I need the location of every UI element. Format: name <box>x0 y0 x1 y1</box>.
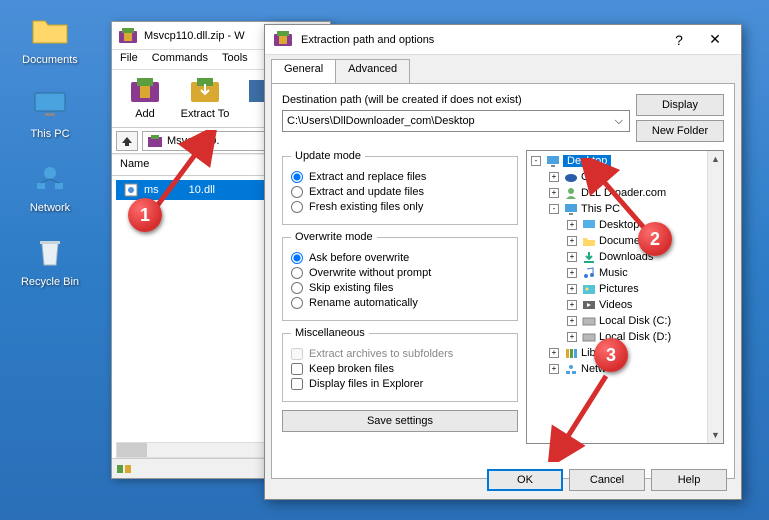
radio-extract-update[interactable]: Extract and update files <box>291 186 509 198</box>
annotation-marker-1: 1 <box>128 198 162 232</box>
ok-button[interactable]: OK <box>487 469 563 491</box>
save-settings-button[interactable]: Save settings <box>282 410 518 432</box>
close-button[interactable]: ✕ <box>697 28 733 52</box>
cancel-button[interactable]: Cancel <box>569 469 645 491</box>
destination-path-input[interactable]: C:\Users\DllDownloader_com\Desktop <box>282 110 630 132</box>
tab-general[interactable]: General <box>271 59 336 83</box>
check-display-explorer[interactable]: Display files in Explorer <box>291 378 509 390</box>
annotation-marker-3: 3 <box>594 338 628 372</box>
destination-label: Destination path (will be created if doe… <box>282 94 630 106</box>
tree-item[interactable]: +Videos <box>527 297 723 313</box>
tree-item[interactable]: +Local Disk (D:) <box>527 329 723 345</box>
newfolder-button[interactable]: New Folder <box>636 120 724 142</box>
radio-fresh-only[interactable]: Fresh existing files only <box>291 201 509 213</box>
tab-panel-general: Destination path (will be created if doe… <box>271 83 735 479</box>
toolbar-extractto-button[interactable]: Extract To <box>180 74 230 123</box>
menu-commands[interactable]: Commands <box>152 52 208 67</box>
annotation-arrow-3 <box>544 370 624 462</box>
tree-item[interactable]: +Music <box>527 265 723 281</box>
network-icon <box>30 158 70 198</box>
winrar-icon <box>118 27 138 45</box>
up-button[interactable] <box>116 131 138 151</box>
radio-skip-existing[interactable]: Skip existing files <box>291 282 509 294</box>
help-button[interactable]: Help <box>651 469 727 491</box>
menu-tools[interactable]: Tools <box>222 52 248 67</box>
desktop-icons: Documents This PC Network Recycle Bin <box>10 10 90 306</box>
extractto-icon <box>187 74 223 106</box>
dialog-tabs: General Advanced <box>265 59 741 83</box>
misc-group: Miscellaneous Extract archives to subfol… <box>282 327 518 402</box>
winrar-title: Msvcp110.dll.zip - W <box>144 30 245 42</box>
dll-file-icon <box>124 183 140 197</box>
status-icon <box>116 463 132 475</box>
dialog-title: Extraction path and options <box>301 34 434 46</box>
dialog-buttons: OK Cancel Help <box>487 469 727 491</box>
add-archive-icon <box>127 74 163 106</box>
toolbar-add-button[interactable]: Add <box>120 74 170 123</box>
winrar-icon <box>273 30 295 50</box>
check-keep-broken[interactable]: Keep broken files <box>291 363 509 375</box>
desktop-icon-network[interactable]: Network <box>10 158 90 214</box>
tree-item[interactable]: +Pictures <box>527 281 723 297</box>
menu-file[interactable]: File <box>120 52 138 67</box>
tree-item[interactable]: +Local Disk (C:) <box>527 313 723 329</box>
recyclebin-icon <box>30 232 70 272</box>
desktop-icon-documents[interactable]: Documents <box>10 10 90 66</box>
tab-advanced[interactable]: Advanced <box>335 59 410 83</box>
extraction-dialog: Extraction path and options ? ✕ General … <box>264 24 742 500</box>
radio-ask-overwrite[interactable]: Ask before overwrite <box>291 252 509 264</box>
desktop-icon-thispc[interactable]: This PC <box>10 84 90 140</box>
tree-item[interactable]: +Downloads <box>527 249 723 265</box>
check-subfolders[interactable]: Extract archives to subfolders <box>291 348 509 360</box>
folder-icon <box>30 10 70 50</box>
computer-icon <box>30 84 70 124</box>
desktop-icon-recyclebin[interactable]: Recycle Bin <box>10 232 90 288</box>
help-button[interactable]: ? <box>661 28 697 52</box>
radio-extract-replace[interactable]: Extract and replace files <box>291 171 509 183</box>
annotation-marker-2: 2 <box>638 222 672 256</box>
radio-overwrite-noprompt[interactable]: Overwrite without prompt <box>291 267 509 279</box>
overwrite-mode-group: Overwrite mode Ask before overwrite Over… <box>282 231 518 321</box>
dialog-titlebar[interactable]: Extraction path and options ? ✕ <box>265 25 741 55</box>
display-button[interactable]: Display <box>636 94 724 116</box>
radio-rename-auto[interactable]: Rename automatically <box>291 297 509 309</box>
update-mode-group: Update mode Extract and replace files Ex… <box>282 150 518 225</box>
